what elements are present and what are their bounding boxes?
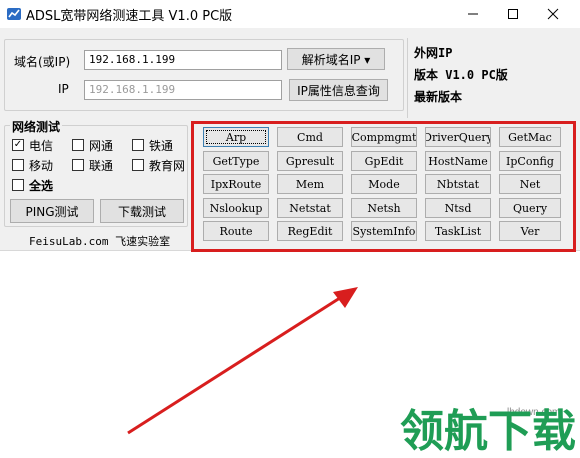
svg-text:领航下载: 领航下载 bbox=[400, 406, 576, 457]
watermark-logo: 领航下载 bbox=[400, 406, 576, 457]
annotation-arrow bbox=[127, 287, 358, 435]
